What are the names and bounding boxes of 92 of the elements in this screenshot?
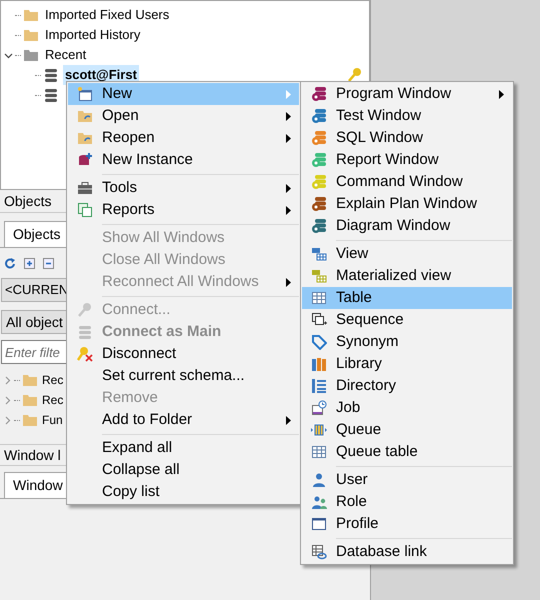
expand-all-icon[interactable]: [24, 258, 35, 268]
clock-icon: [311, 400, 327, 416]
folder-icon: [23, 7, 39, 23]
menu-item[interactable]: Set current schema...: [68, 365, 299, 387]
folder-icon: [22, 372, 38, 388]
refresh-icon[interactable]: [5, 258, 16, 268]
collapse-icon[interactable]: [4, 50, 12, 60]
menu-item[interactable]: View: [302, 243, 512, 265]
menu-item[interactable]: Materialized view: [302, 265, 512, 287]
menu-item[interactable]: Database link: [302, 541, 512, 563]
expand-icon[interactable]: [2, 396, 12, 404]
collapse-all-icon[interactable]: [43, 258, 54, 268]
database-gear-icon: [311, 130, 327, 146]
menu-item[interactable]: Tools: [68, 177, 299, 199]
menu-item[interactable]: Library: [302, 353, 512, 375]
menu-item[interactable]: Program Window: [302, 83, 512, 105]
key-icon: [77, 346, 93, 362]
menu-item[interactable]: Open: [68, 105, 299, 127]
toolbox-icon: [77, 180, 93, 196]
menu-item[interactable]: Add to Folder: [68, 409, 299, 431]
folder-icon: [23, 47, 39, 63]
expand-icon[interactable]: [2, 376, 12, 384]
submenu-arrow-icon: [286, 112, 291, 121]
key-icon: [347, 67, 363, 83]
tree-item[interactable]: Rec: [42, 371, 64, 389]
tree-item[interactable]: Rec: [42, 391, 64, 409]
menu-item[interactable]: Diagram Window: [302, 215, 512, 237]
view-icon: [311, 268, 327, 284]
menu-item[interactable]: Role: [302, 491, 512, 513]
tree-item[interactable]: Imported History: [43, 25, 142, 45]
menu-item[interactable]: Profile: [302, 513, 512, 535]
database-gear-icon: [311, 196, 327, 212]
database-gear-icon: [311, 86, 327, 102]
tree-item[interactable]: Fun: [42, 411, 63, 429]
menu-item[interactable]: Disconnect: [68, 343, 299, 365]
menu-item[interactable]: Expand all: [68, 437, 299, 459]
submenu-arrow-icon: [286, 206, 291, 215]
database-link-icon: [311, 544, 327, 560]
new-window-icon: [77, 86, 93, 102]
submenu-arrow-icon: [286, 278, 291, 287]
database-icon: [79, 326, 91, 338]
menu-item[interactable]: Test Window: [302, 105, 512, 127]
folder-icon: [22, 392, 38, 408]
users-icon: [311, 494, 327, 510]
queue-icon: [311, 422, 327, 438]
menu-item[interactable]: Queue: [302, 419, 512, 441]
menu-item[interactable]: Directory: [302, 375, 512, 397]
folder-icon: [22, 412, 38, 428]
user-icon: [311, 472, 327, 488]
table-icon: [311, 290, 327, 306]
submenu-arrow-icon: [286, 416, 291, 425]
database-gear-icon: [311, 152, 327, 168]
menu-item[interactable]: SQL Window: [302, 127, 512, 149]
menu-item[interactable]: Reopen: [68, 127, 299, 149]
database-gear-icon: [311, 218, 327, 234]
submenu-arrow-icon: [286, 184, 291, 193]
table-icon: [311, 444, 327, 460]
panel-title: Window l: [4, 446, 61, 464]
folder-icon: [23, 27, 39, 43]
menu-item[interactable]: Synonym: [302, 331, 512, 353]
key-icon: [77, 302, 93, 318]
menu-item[interactable]: Command Window: [302, 171, 512, 193]
folder-icon: [77, 130, 93, 146]
panel-title: Objects: [4, 192, 52, 211]
menu-item[interactable]: Report Window: [302, 149, 512, 171]
tree-item[interactable]: Recent: [43, 45, 88, 65]
database-icon: [45, 88, 57, 102]
menu-item[interactable]: Sequence: [302, 309, 512, 331]
sequence-icon: [311, 312, 327, 328]
window-icon: [311, 516, 327, 532]
books-icon: [311, 356, 327, 372]
view-icon: [311, 246, 327, 262]
database-gear-icon: [311, 174, 327, 190]
tree-item[interactable]: Imported Fixed Users: [43, 5, 172, 25]
menu-item[interactable]: User: [302, 469, 512, 491]
menu-item[interactable]: Explain Plan Window: [302, 193, 512, 215]
menu-item[interactable]: New: [68, 83, 299, 105]
menu-item[interactable]: Job: [302, 397, 512, 419]
database-gear-icon: [311, 108, 327, 124]
menu-item[interactable]: Queue table: [302, 441, 512, 463]
expand-icon[interactable]: [2, 416, 12, 424]
list-icon: [311, 378, 327, 394]
submenu-arrow-icon: [286, 90, 291, 99]
folder-icon: [77, 108, 93, 124]
tag-icon: [311, 334, 327, 350]
database-icon: [45, 68, 57, 82]
submenu-arrow-icon: [499, 90, 504, 99]
submenu-arrow-icon: [286, 134, 291, 143]
menu-item[interactable]: Reports: [68, 199, 299, 221]
menu-item[interactable]: New Instance: [68, 149, 299, 171]
report-icon: [77, 202, 93, 218]
menu-item[interactable]: Table: [302, 287, 512, 309]
